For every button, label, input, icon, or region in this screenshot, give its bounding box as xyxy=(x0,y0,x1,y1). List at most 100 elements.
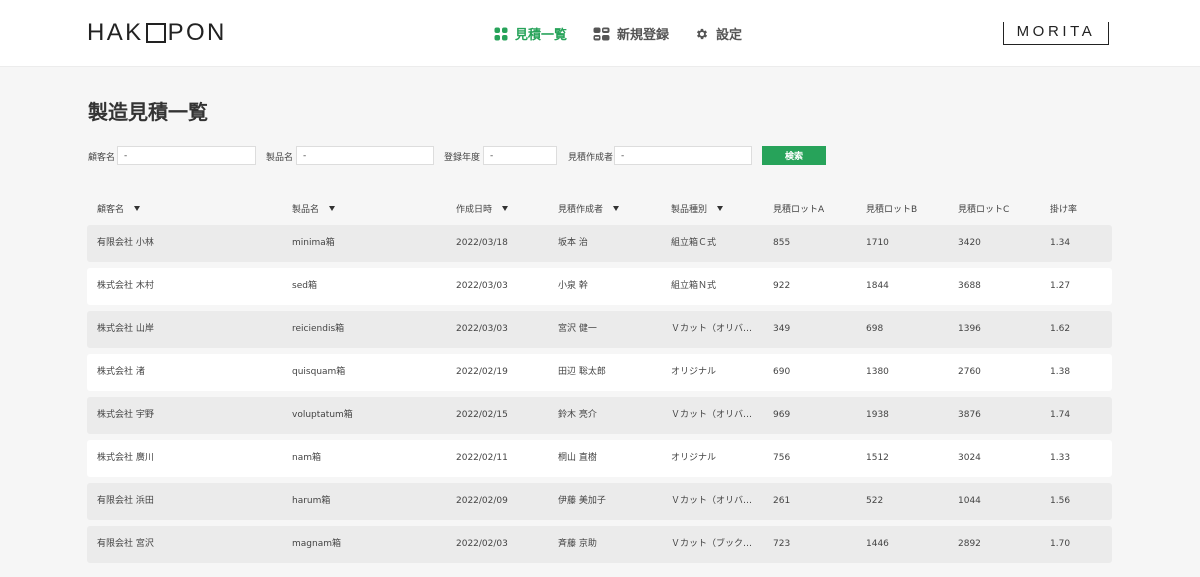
cell-customer: 有限会社 小林 xyxy=(97,238,154,248)
cell-lot-c: 1044 xyxy=(958,496,981,506)
sort-caret-icon[interactable] xyxy=(134,206,141,211)
cell-rate: 1.33 xyxy=(1050,453,1071,463)
cell-rate: 1.38 xyxy=(1050,367,1071,377)
nav-label-new-register: 新規登録 xyxy=(617,28,670,43)
cell-rate: 1.34 xyxy=(1050,238,1071,248)
column-header-product-type[interactable]: 製品種別 xyxy=(671,202,724,215)
gear-icon xyxy=(697,28,708,39)
table-row[interactable]: 株式会社 廣川 nam箱 2022/02/11 桐山 直樹 オリジナル 756 … xyxy=(87,440,1112,477)
nav-label-estimate-list: 見積一覧 xyxy=(515,28,568,43)
cell-customer: 有限会社 浜田 xyxy=(97,496,154,506)
column-label: 顧客名 xyxy=(97,205,125,215)
cell-created: 2022/03/03 xyxy=(456,324,508,334)
cell-lot-a: 922 xyxy=(773,281,791,291)
cell-customer: 株式会社 廣川 xyxy=(97,453,154,463)
cell-lot-a: 261 xyxy=(773,496,791,506)
cell-product-type: Ｖカット（オリバ… xyxy=(671,410,753,420)
cell-lot-c: 2760 xyxy=(958,367,981,377)
morita-brand-logo: MORITA xyxy=(1003,22,1109,45)
logo-text-right: PON xyxy=(167,19,227,46)
year-filter-input[interactable] xyxy=(483,146,557,165)
product-filter-input[interactable] xyxy=(296,146,434,165)
cell-rate: 1.74 xyxy=(1050,410,1071,420)
cell-lot-b: 1446 xyxy=(866,539,889,549)
cell-created: 2022/02/11 xyxy=(456,453,508,463)
cell-product: quisquam箱 xyxy=(292,367,346,377)
table-row[interactable]: 有限会社 小林 minima箱 2022/03/18 坂本 治 組立箱Ｃ式 85… xyxy=(87,225,1112,262)
cell-customer: 株式会社 木村 xyxy=(97,281,154,291)
sort-caret-icon[interactable] xyxy=(329,206,336,211)
column-header-author[interactable]: 見積作成者 xyxy=(558,202,620,215)
table-row[interactable]: 株式会社 木村 sed箱 2022/03/03 小泉 幹 組立箱Ｎ式 922 1… xyxy=(87,268,1112,305)
product-filter-label: 製品名 xyxy=(266,153,294,163)
cell-lot-a: 969 xyxy=(773,410,791,420)
cell-rate: 1.62 xyxy=(1050,324,1071,334)
sort-caret-icon[interactable] xyxy=(717,206,724,211)
table-row[interactable]: 有限会社 浜田 harum箱 2022/02/09 伊藤 美加子 Ｖカット（オリ… xyxy=(87,483,1112,520)
author-filter-input[interactable] xyxy=(614,146,752,165)
estimate-table-body: 有限会社 小林 minima箱 2022/03/18 坂本 治 組立箱Ｃ式 85… xyxy=(87,225,1112,569)
cell-product-type: 組立箱Ｎ式 xyxy=(671,281,717,291)
cell-product: sed箱 xyxy=(292,281,317,291)
page-title: 製造見積一覧 xyxy=(88,100,208,124)
sort-caret-icon[interactable] xyxy=(502,206,509,211)
logo-text-left: HAK xyxy=(87,19,144,46)
cell-lot-c: 1396 xyxy=(958,324,981,334)
cell-lot-a: 690 xyxy=(773,367,791,377)
register-icon xyxy=(593,27,610,40)
table-row[interactable]: 有限会社 宮沢 magnam箱 2022/02/03 斉藤 京助 Ｖカット（ブッ… xyxy=(87,526,1112,563)
cell-product-type: 組立箱Ｃ式 xyxy=(671,238,717,248)
cell-product-type: Ｖカット（オリバ… xyxy=(671,496,753,506)
customer-filter-input[interactable] xyxy=(117,146,256,165)
cell-product-type: Ｖカット（オリバ… xyxy=(671,324,753,334)
cell-lot-a: 349 xyxy=(773,324,791,334)
cell-lot-c: 3688 xyxy=(958,281,981,291)
column-header-product[interactable]: 製品名 xyxy=(292,202,336,215)
cell-lot-b: 1938 xyxy=(866,410,889,420)
cell-author: 斉藤 京助 xyxy=(558,539,597,549)
cell-lot-b: 1512 xyxy=(866,453,889,463)
sort-caret-icon[interactable] xyxy=(613,206,620,211)
column-header-customer[interactable]: 顧客名 xyxy=(97,202,141,215)
table-row[interactable]: 株式会社 渚 quisquam箱 2022/02/19 田辺 聡太郎 オリジナル… xyxy=(87,354,1112,391)
table-row[interactable]: 株式会社 宇野 voluptatum箱 2022/02/15 鈴木 亮介 Ｖカッ… xyxy=(87,397,1112,434)
cell-author: 鈴木 亮介 xyxy=(558,410,597,420)
logo-box-icon xyxy=(145,23,166,43)
cell-lot-c: 3876 xyxy=(958,410,981,420)
column-header-created[interactable]: 作成日時 xyxy=(456,202,509,215)
cell-created: 2022/02/15 xyxy=(456,410,508,420)
column-label: 掛け率 xyxy=(1050,205,1078,215)
cell-product: nam箱 xyxy=(292,453,321,463)
cell-customer: 株式会社 渚 xyxy=(97,367,145,377)
nav-item-estimate-list[interactable]: 見積一覧 xyxy=(494,24,567,43)
cell-customer: 有限会社 宮沢 xyxy=(97,539,154,549)
cell-lot-b: 522 xyxy=(866,496,884,506)
cell-lot-b: 1844 xyxy=(866,281,889,291)
cell-author: 伊藤 美加子 xyxy=(558,496,606,506)
column-label: 作成日時 xyxy=(456,205,493,215)
cell-product-type: オリジナル xyxy=(671,367,717,377)
table-row[interactable]: 株式会社 山岸 reiciendis箱 2022/03/03 宮沢 健一 Ｖカッ… xyxy=(87,311,1112,348)
cell-lot-c: 2892 xyxy=(958,539,981,549)
author-filter-label: 見積作成者 xyxy=(568,153,614,163)
column-label: 見積ロットA xyxy=(773,205,825,215)
column-label: 見積作成者 xyxy=(558,205,604,215)
column-label: 見積ロットC xyxy=(958,205,1010,215)
cell-created: 2022/02/03 xyxy=(456,539,508,549)
app-header: HAK PON 見積一覧 新規登録 設定 MORITA xyxy=(0,0,1200,67)
nav-item-new-register[interactable]: 新規登録 xyxy=(593,24,669,43)
cell-lot-a: 855 xyxy=(773,238,791,248)
cell-product-type: オリジナル xyxy=(671,453,717,463)
search-button[interactable]: 検索 xyxy=(762,146,826,165)
cell-lot-b: 1710 xyxy=(866,238,889,248)
column-label: 見積ロットB xyxy=(866,205,918,215)
cell-author: 宮沢 健一 xyxy=(558,324,597,334)
hakopon-logo[interactable]: HAK PON xyxy=(87,19,227,47)
nav-item-settings[interactable]: 設定 xyxy=(695,24,742,43)
column-label: 製品種別 xyxy=(671,205,708,215)
main-nav: 見積一覧 新規登録 設定 xyxy=(494,24,742,43)
column-header-lot-c: 見積ロットC xyxy=(958,202,1009,215)
cell-customer: 株式会社 山岸 xyxy=(97,324,154,334)
cell-product-type: Ｖカット（ブック… xyxy=(671,539,753,549)
cell-rate: 1.70 xyxy=(1050,539,1071,549)
